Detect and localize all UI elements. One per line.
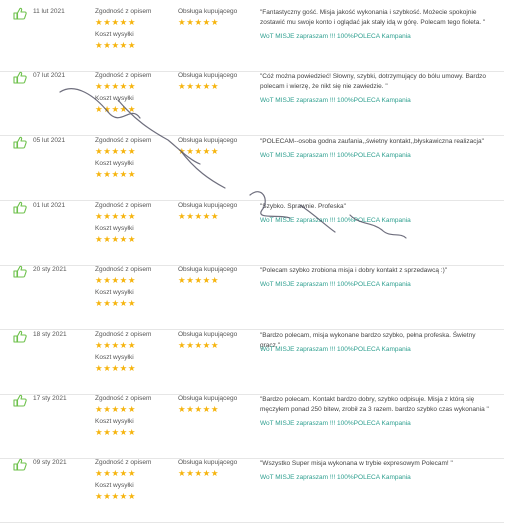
thumbs-up-icon bbox=[13, 330, 27, 343]
service-label: Obsługa kupującego bbox=[178, 72, 238, 79]
accuracy-stars: ★★★★★ bbox=[95, 468, 137, 478]
campaign-link[interactable]: WoT MISJE zapraszam !!! 100%POLECA Kampa… bbox=[260, 281, 411, 288]
thumbs-up-icon bbox=[13, 71, 27, 84]
service-stars: ★★★★★ bbox=[178, 340, 220, 350]
review-row: 09 sty 2021 Zgodność z opisem ★★★★★ Koszt w… bbox=[0, 458, 504, 523]
accuracy-stars: ★★★★★ bbox=[95, 340, 137, 350]
service-label: Obsługa kupującego bbox=[178, 137, 238, 144]
shipping-label: Koszt wysyłki bbox=[95, 31, 134, 38]
shipping-label: Koszt wysyłki bbox=[95, 354, 134, 361]
review-comment: "Cóż można powiedzieć! Słowny, szybki, d… bbox=[260, 73, 487, 90]
campaign-link[interactable]: WoT MISJE zapraszam !!! 100%POLECA Kampa… bbox=[260, 97, 411, 104]
accuracy-label: Zgodność z opisem bbox=[95, 331, 152, 338]
thumbs-up-icon bbox=[13, 201, 27, 214]
review-date: 05 lut 2021 bbox=[33, 137, 66, 144]
review-date: 11 lut 2021 bbox=[33, 8, 65, 15]
review-row: 17 sty 2021 Zgodność z opisem ★★★★★ Koszt w… bbox=[0, 394, 504, 459]
review-row: 11 lut 2021 Zgodność z opisem ★★★★★ Koszt w… bbox=[0, 7, 504, 72]
campaign-link[interactable]: WoT MISJE zapraszam !!! 100%POLECA Kampa… bbox=[260, 346, 411, 353]
review-date: 01 lut 2021 bbox=[33, 202, 66, 209]
shipping-stars: ★★★★★ bbox=[95, 491, 137, 501]
campaign-link[interactable]: WoT MISJE zapraszam !!! 100%POLECA Kampa… bbox=[260, 217, 411, 224]
review-comment: "Bardzo polecam. Kontakt bardzo dobry, s… bbox=[260, 396, 489, 413]
thumbs-up-icon bbox=[13, 394, 27, 407]
campaign-link[interactable]: WoT MISJE zapraszam !!! 100%POLECA Kampa… bbox=[260, 152, 411, 159]
service-label: Obsługa kupującego bbox=[178, 395, 238, 402]
service-stars: ★★★★★ bbox=[178, 146, 220, 156]
accuracy-stars: ★★★★★ bbox=[95, 404, 137, 414]
shipping-label: Koszt wysyłki bbox=[95, 95, 134, 102]
shipping-label: Koszt wysyłki bbox=[95, 418, 134, 425]
review-comment: "Szybko. Sprawnie. Profeska" bbox=[260, 203, 346, 210]
service-stars: ★★★★★ bbox=[178, 81, 220, 91]
thumbs-up-icon bbox=[13, 136, 27, 149]
accuracy-label: Zgodność z opisem bbox=[95, 266, 152, 273]
accuracy-stars: ★★★★★ bbox=[95, 211, 137, 221]
review-date: 17 sty 2021 bbox=[33, 395, 67, 402]
accuracy-label: Zgodność z opisem bbox=[95, 8, 152, 15]
accuracy-label: Zgodność z opisem bbox=[95, 137, 152, 144]
shipping-stars: ★★★★★ bbox=[95, 234, 137, 244]
review-row: 20 sty 2021 Zgodność z opisem ★★★★★ Koszt w… bbox=[0, 265, 504, 330]
service-stars: ★★★★★ bbox=[178, 17, 220, 27]
service-label: Obsługa kupującego bbox=[178, 459, 238, 466]
accuracy-label: Zgodność z opisem bbox=[95, 395, 152, 402]
shipping-stars: ★★★★★ bbox=[95, 298, 137, 308]
shipping-stars: ★★★★★ bbox=[95, 104, 137, 114]
review-date: 18 sty 2021 bbox=[33, 331, 67, 338]
accuracy-label: Zgodność z opisem bbox=[95, 72, 152, 79]
review-comment: "Wszystko Super misja wykonana w trybie … bbox=[260, 460, 453, 467]
service-stars: ★★★★★ bbox=[178, 468, 220, 478]
shipping-label: Koszt wysyłki bbox=[95, 160, 134, 167]
shipping-stars: ★★★★★ bbox=[95, 40, 137, 50]
thumbs-up-icon bbox=[13, 458, 27, 471]
service-stars: ★★★★★ bbox=[178, 404, 220, 414]
review-date: 09 sty 2021 bbox=[33, 459, 67, 466]
review-row: 18 sty 2021 Zgodność z opisem ★★★★★ Koszt w… bbox=[0, 330, 504, 395]
campaign-link[interactable]: WoT MISJE zapraszam !!! 100%POLECA Kampa… bbox=[260, 33, 411, 40]
shipping-label: Koszt wysyłki bbox=[95, 225, 134, 232]
service-label: Obsługa kupującego bbox=[178, 8, 238, 15]
service-label: Obsługa kupującego bbox=[178, 202, 238, 209]
shipping-stars: ★★★★★ bbox=[95, 169, 137, 179]
service-label: Obsługa kupującego bbox=[178, 266, 238, 273]
review-date: 07 lut 2021 bbox=[33, 72, 66, 79]
review-row: 07 lut 2021 Zgodność z opisem ★★★★★ Koszt w… bbox=[0, 71, 504, 136]
accuracy-stars: ★★★★★ bbox=[95, 17, 137, 27]
review-comment: "POLECAM--osoba godna zaufania,,świetny … bbox=[260, 138, 484, 145]
review-comment: "Fantastyczny gość. Misja jakość wykonan… bbox=[260, 9, 486, 26]
accuracy-stars: ★★★★★ bbox=[95, 275, 137, 285]
review-comment: "Polecam szybko zrobiona misja i dobry k… bbox=[260, 267, 448, 274]
accuracy-stars: ★★★★★ bbox=[95, 81, 137, 91]
service-stars: ★★★★★ bbox=[178, 211, 220, 221]
thumbs-up-icon bbox=[13, 265, 27, 278]
service-label: Obsługa kupującego bbox=[178, 331, 238, 338]
accuracy-label: Zgodność z opisem bbox=[95, 459, 152, 466]
shipping-stars: ★★★★★ bbox=[95, 427, 137, 437]
shipping-label: Koszt wysyłki bbox=[95, 482, 134, 489]
accuracy-label: Zgodność z opisem bbox=[95, 202, 152, 209]
shipping-label: Koszt wysyłki bbox=[95, 289, 134, 296]
campaign-link[interactable]: WoT MISJE zapraszam !!! 100%POLECA Kampa… bbox=[260, 474, 411, 481]
shipping-stars: ★★★★★ bbox=[95, 363, 137, 373]
thumbs-up-icon bbox=[13, 7, 27, 20]
review-row: 05 lut 2021 Zgodność z opisem ★★★★★ Koszt w… bbox=[0, 136, 504, 201]
campaign-link[interactable]: WoT MISJE zapraszam !!! 100%POLECA Kampa… bbox=[260, 420, 411, 427]
service-stars: ★★★★★ bbox=[178, 275, 220, 285]
review-row: 01 lut 2021 Zgodność z opisem ★★★★★ Koszt w… bbox=[0, 201, 504, 266]
accuracy-stars: ★★★★★ bbox=[95, 146, 137, 156]
review-date: 20 sty 2021 bbox=[33, 266, 67, 273]
